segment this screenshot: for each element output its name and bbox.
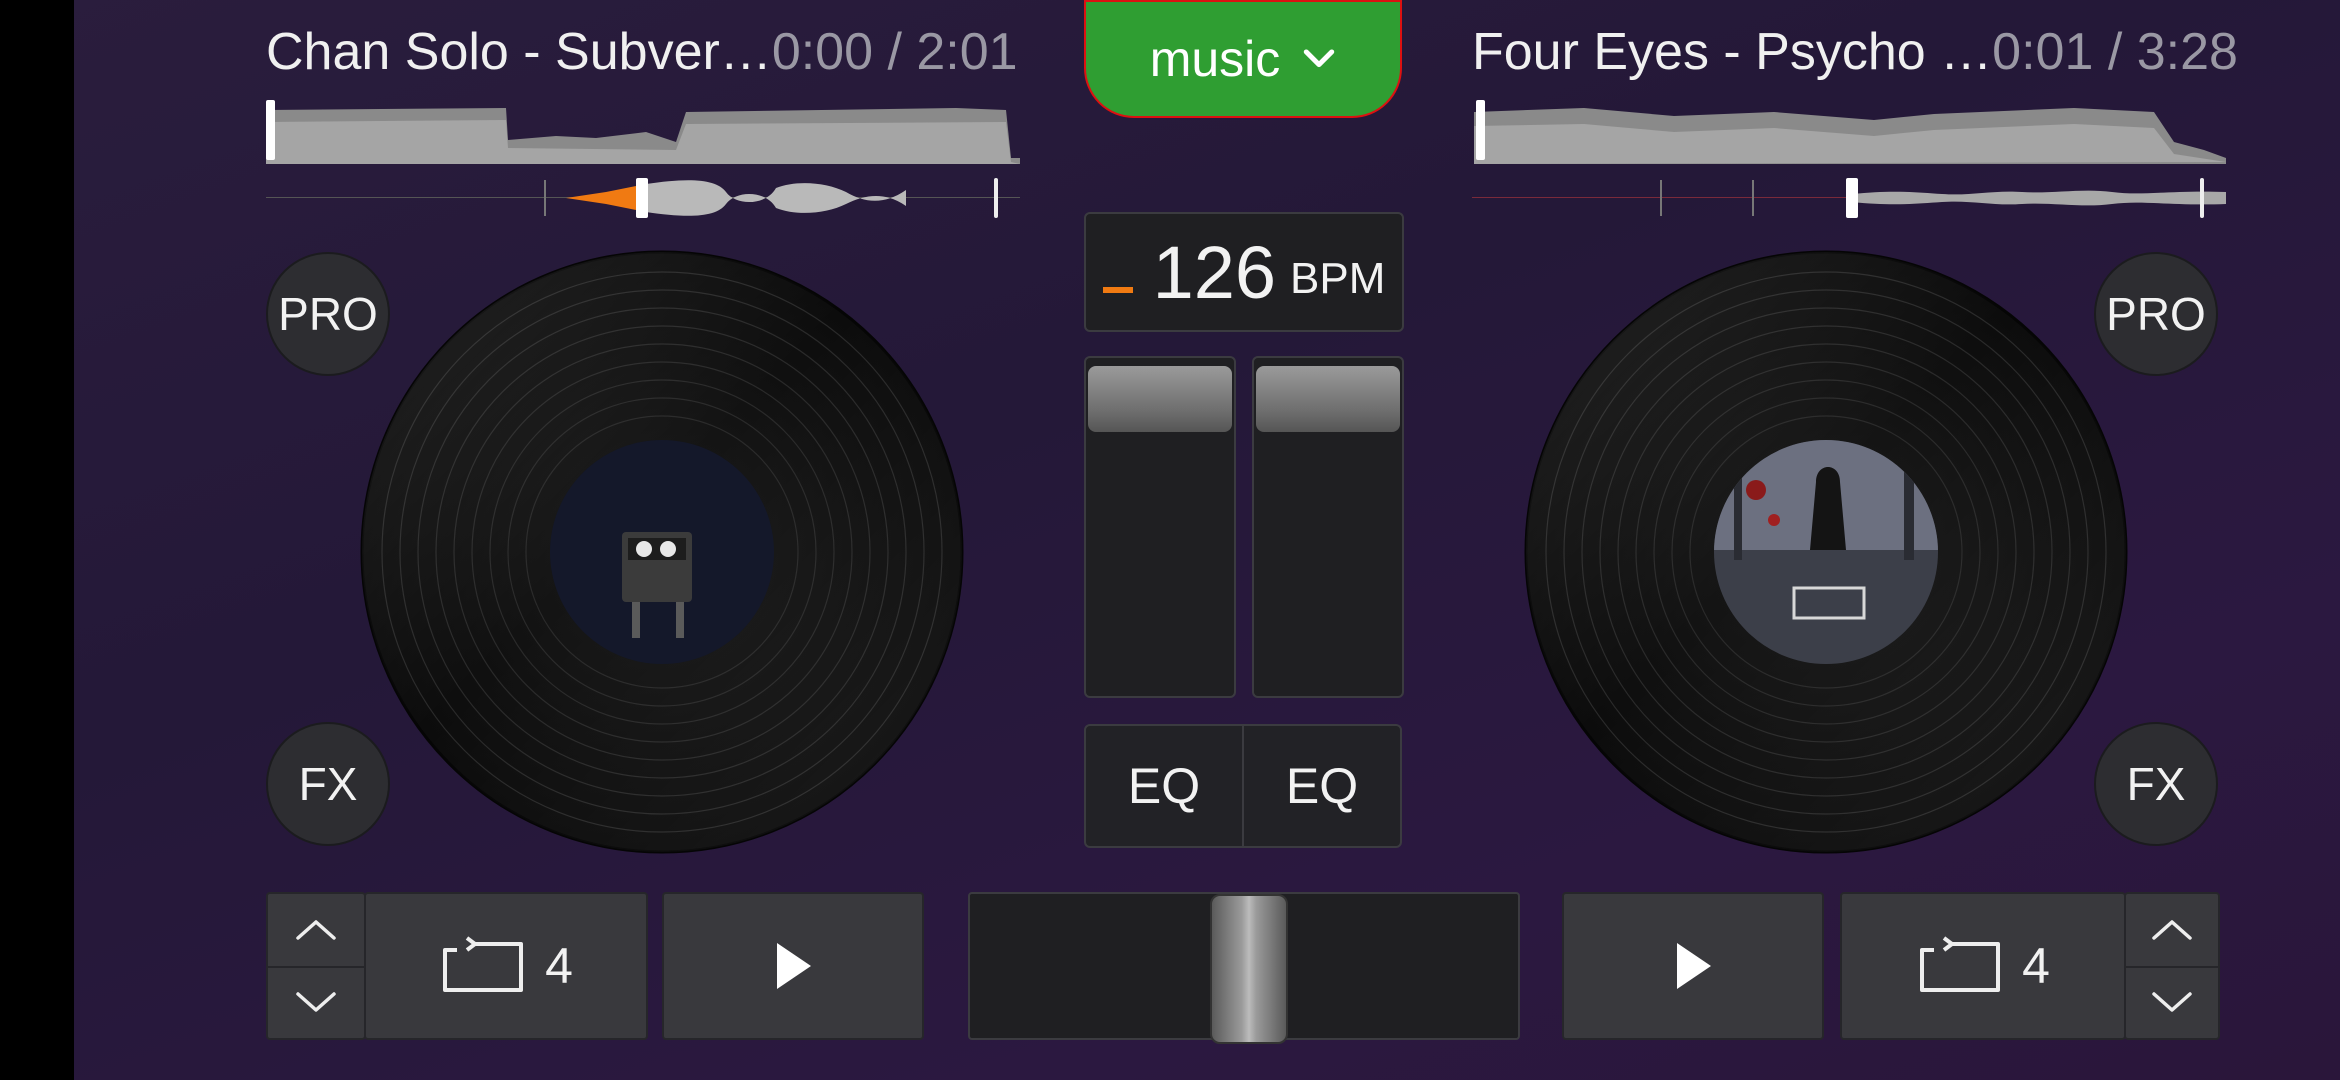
music-source-label: music <box>1149 31 1281 87</box>
crossfader[interactable] <box>968 892 1520 1044</box>
bpm-display[interactable]: 126 BPM <box>1084 212 1404 332</box>
chevron-down-icon <box>296 992 336 1012</box>
music-source-button[interactable]: music <box>1084 0 1402 118</box>
left-loop-button[interactable]: 4 <box>364 892 648 1040</box>
left-pro-button[interactable]: PRO <box>266 252 390 376</box>
left-volume-fader[interactable] <box>1084 356 1236 698</box>
right-overview-waveform-graphic <box>1474 108 2226 164</box>
left-zoom-playhead <box>636 178 648 218</box>
left-zoom-waveform-graphic <box>566 180 906 216</box>
bpm-unit: BPM <box>1290 254 1386 303</box>
right-beat-tick-2 <box>1752 180 1754 216</box>
right-pro-button[interactable]: PRO <box>2094 252 2218 376</box>
right-pro-label: PRO <box>2106 288 2206 340</box>
right-loop-button[interactable]: 4 <box>1840 892 2126 1040</box>
right-zoom-waveform[interactable] <box>1472 176 2226 220</box>
chevron-down-icon <box>1304 49 1335 68</box>
left-zoom-waveform[interactable] <box>266 176 1020 220</box>
play-icon <box>777 943 811 989</box>
left-deck-title: Chan Solo - Subver…0:00 / 2:01 <box>266 22 1018 82</box>
right-overview-waveform[interactable] <box>1474 100 2226 164</box>
system-edge-bar <box>0 0 74 1080</box>
right-time-separator: / <box>2093 23 2137 81</box>
left-pro-label: PRO <box>278 288 378 340</box>
right-fx-button[interactable]: FX <box>2094 722 2218 846</box>
chevron-up-icon <box>2152 920 2192 940</box>
left-fx-button[interactable]: FX <box>266 722 390 846</box>
right-loop-size-stepper[interactable] <box>2124 892 2220 1040</box>
loop-icon <box>443 936 524 992</box>
left-loop-count: 4 <box>545 938 573 994</box>
chevron-up-icon <box>296 920 336 940</box>
left-eq-button[interactable]: EQ <box>1084 724 1244 848</box>
bpm-sync-indicator <box>1102 287 1133 293</box>
right-eq-button[interactable]: EQ <box>1242 724 1402 848</box>
bpm-value: 126 <box>1152 230 1277 314</box>
left-fx-label: FX <box>298 758 358 810</box>
left-overview-waveform[interactable] <box>266 100 1020 164</box>
right-volume-fader-handle[interactable] <box>1256 366 1400 432</box>
left-time-separator: / <box>873 23 917 81</box>
loop-icon <box>1920 936 2001 992</box>
right-time-elapsed: 0:01 <box>1992 23 2094 81</box>
left-volume-fader-handle[interactable] <box>1088 366 1232 432</box>
left-cue-marker <box>994 178 998 218</box>
right-overview-playhead <box>1476 100 1485 160</box>
right-zoom-playhead <box>1846 178 1858 218</box>
right-track-name: Four Eyes - Psycho … <box>1472 23 1993 81</box>
right-loop-count: 4 <box>2022 938 2050 994</box>
crossfader-handle[interactable] <box>1210 894 1288 1044</box>
right-deck-title: Four Eyes - Psycho …0:01 / 3:28 <box>1472 22 2238 82</box>
left-eq-label: EQ <box>1127 758 1201 814</box>
play-icon <box>1677 943 1711 989</box>
left-time-total: 2:01 <box>916 23 1018 81</box>
right-loop-size-up[interactable] <box>2126 894 2218 968</box>
right-beat-tick-1 <box>1660 180 1662 216</box>
right-play-button[interactable] <box>1562 892 1824 1040</box>
right-fx-label: FX <box>2126 758 2186 810</box>
left-track-name: Chan Solo - Subver… <box>266 23 772 81</box>
right-time-total: 3:28 <box>2136 23 2238 81</box>
right-loop-size-down[interactable] <box>2126 966 2218 1038</box>
right-volume-fader[interactable] <box>1252 356 1404 698</box>
right-cue-marker <box>2200 178 2204 218</box>
left-loop-size-down[interactable] <box>268 966 364 1038</box>
chevron-down-icon <box>2152 992 2192 1012</box>
right-turntable-platter[interactable] <box>1524 250 2128 854</box>
left-turntable-platter[interactable] <box>360 250 964 854</box>
right-album-art <box>1714 440 1938 664</box>
left-play-button[interactable] <box>662 892 924 1040</box>
left-overview-playhead <box>266 100 275 160</box>
right-zoom-waveform-graphic <box>1852 190 2226 206</box>
left-overview-waveform-graphic <box>266 108 1020 164</box>
left-loop-size-stepper[interactable] <box>266 892 366 1040</box>
left-loop-size-up[interactable] <box>268 894 364 968</box>
left-time-elapsed: 0:00 <box>771 23 874 81</box>
left-beat-tick <box>544 180 546 216</box>
right-eq-label: EQ <box>1285 758 1359 814</box>
